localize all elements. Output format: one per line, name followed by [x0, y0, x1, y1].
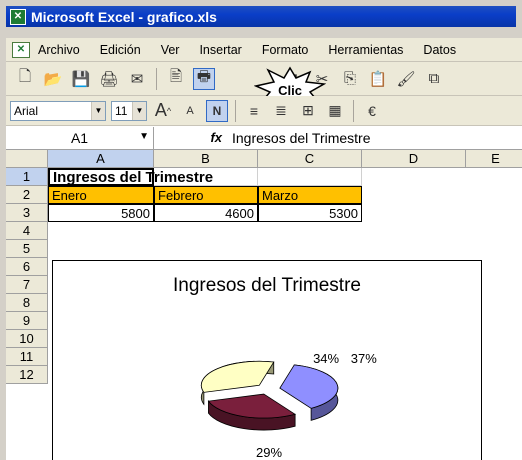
window-title: Microsoft Excel - grafico.xls	[31, 8, 217, 25]
row-header-1[interactable]: 1	[6, 168, 48, 186]
cell-a3[interactable]: 5800	[48, 204, 154, 222]
shrink-font-icon[interactable]: A	[179, 100, 201, 122]
menu-datos[interactable]: Datos	[423, 43, 456, 57]
formatting-toolbar: Arial ▼ 11 ▼ A ^ A N ≡ ≣ ⊞ ▦ €	[6, 96, 522, 126]
permission-icon[interactable]: 🖨	[98, 68, 120, 90]
menu-insertar[interactable]: Insertar	[199, 43, 241, 57]
worksheet-grid[interactable]: A B C D E 1 2 3 4 5 6 7 8 9 10 11 12 Ing…	[6, 150, 522, 460]
slice-label-1: 37%	[350, 351, 377, 366]
align-center-icon[interactable]: ≡	[243, 100, 265, 122]
row-header-8[interactable]: 8	[6, 294, 48, 312]
save-icon[interactable]: 💾	[70, 68, 92, 90]
align-right-icon[interactable]: ≣	[270, 100, 292, 122]
undo-icon[interactable]: ⧉	[423, 68, 445, 90]
row-header-5[interactable]: 5	[6, 240, 48, 258]
pie-slice-3[interactable]	[200, 360, 275, 393]
row-header-7[interactable]: 7	[6, 276, 48, 294]
column-header-b[interactable]: B	[154, 150, 258, 168]
row-header-2[interactable]: 2	[6, 186, 48, 204]
currency-icon[interactable]: €	[361, 100, 383, 122]
column-header-a[interactable]: A	[48, 150, 154, 168]
formula-content[interactable]: Ingresos del Trimestre	[232, 130, 371, 146]
select-all-corner[interactable]	[6, 150, 48, 168]
row-header-9[interactable]: 9	[6, 312, 48, 330]
table-icon[interactable]: ▦	[324, 100, 346, 122]
cell-b2[interactable]: Febrero	[154, 186, 258, 204]
pie-chart[interactable]: Ingresos del Trimestre 37% 29% 34%	[52, 260, 482, 460]
bold-button[interactable]: N	[206, 99, 228, 122]
toolbar-separator	[156, 67, 157, 90]
excel-icon: ✕	[10, 8, 26, 25]
function-icon[interactable]: fx	[154, 130, 232, 145]
font-name-select[interactable]: Arial ▼	[10, 100, 106, 121]
merge-center-icon[interactable]: ⊞	[297, 100, 319, 122]
font-size-value: 11	[115, 103, 128, 118]
toolbar-separator	[353, 99, 354, 122]
chevron-down-icon[interactable]: ▼	[139, 131, 149, 142]
menu-herramientas[interactable]: Herramientas	[328, 43, 403, 57]
open-folder-icon[interactable]: 📂	[42, 68, 64, 90]
slice-label-2: 29%	[256, 445, 283, 460]
print-icon[interactable]: 🖶	[193, 67, 215, 90]
cell-a1[interactable]: Ingresos del Trimestre	[48, 168, 213, 186]
format-painter-icon[interactable]: 🖌	[395, 68, 417, 90]
column-header-d[interactable]: D	[362, 150, 466, 168]
print-preview-icon[interactable]: 🖹	[165, 68, 187, 90]
pie-chart-svg	[200, 360, 339, 431]
row-header-6[interactable]: 6	[6, 258, 48, 276]
grow-font-icon[interactable]: A ^	[152, 100, 174, 122]
menu-archivo[interactable]: Archivo	[38, 43, 80, 57]
menu-bar: ✕ Archivo Edición Ver Insertar Formato H…	[6, 38, 522, 62]
cell-c2[interactable]: Marzo	[258, 186, 362, 204]
row-header-11[interactable]: 11	[6, 348, 48, 366]
font-size-select[interactable]: 11 ▼	[111, 100, 147, 121]
menu-edicion[interactable]: Edición	[100, 43, 141, 57]
paste-icon[interactable]: 📋	[367, 68, 389, 90]
menu-ver[interactable]: Ver	[161, 43, 180, 57]
menu-formato[interactable]: Formato	[262, 43, 309, 57]
slice-label-3: 34%	[313, 351, 340, 366]
font-name-value: Arial	[14, 103, 39, 118]
row-header-4[interactable]: 4	[6, 222, 48, 240]
cell-c3[interactable]: 5300	[258, 204, 362, 222]
column-header-e[interactable]: E	[466, 150, 522, 168]
email-icon[interactable]: ✉	[126, 68, 148, 90]
workbook-icon[interactable]: ✕	[12, 41, 30, 58]
new-file-icon[interactable]: 🗋	[14, 68, 36, 90]
name-box[interactable]: A1 ▼	[6, 126, 154, 149]
column-header-c[interactable]: C	[258, 150, 362, 168]
cell-a2[interactable]: Enero	[48, 186, 154, 204]
copy-icon[interactable]: ⎘	[339, 68, 361, 90]
row-header-10[interactable]: 10	[6, 330, 48, 348]
row-header-12[interactable]: 12	[6, 366, 48, 384]
row-header-3[interactable]: 3	[6, 204, 48, 222]
chevron-down-icon[interactable]: ▼	[91, 101, 105, 120]
title-bar: ✕ Microsoft Excel - grafico.xls	[0, 0, 522, 27]
excel-window: ✕ Microsoft Excel - grafico.xls ✕ Archiv…	[0, 0, 522, 460]
chevron-down-icon[interactable]: ▼	[132, 101, 146, 120]
cell-c1[interactable]	[258, 168, 362, 186]
name-box-value: A1	[70, 129, 89, 146]
cell-b3[interactable]: 4600	[154, 204, 258, 222]
toolbar-separator	[235, 99, 236, 122]
formula-bar: A1 ▼ fx Ingresos del Trimestre	[6, 126, 522, 150]
